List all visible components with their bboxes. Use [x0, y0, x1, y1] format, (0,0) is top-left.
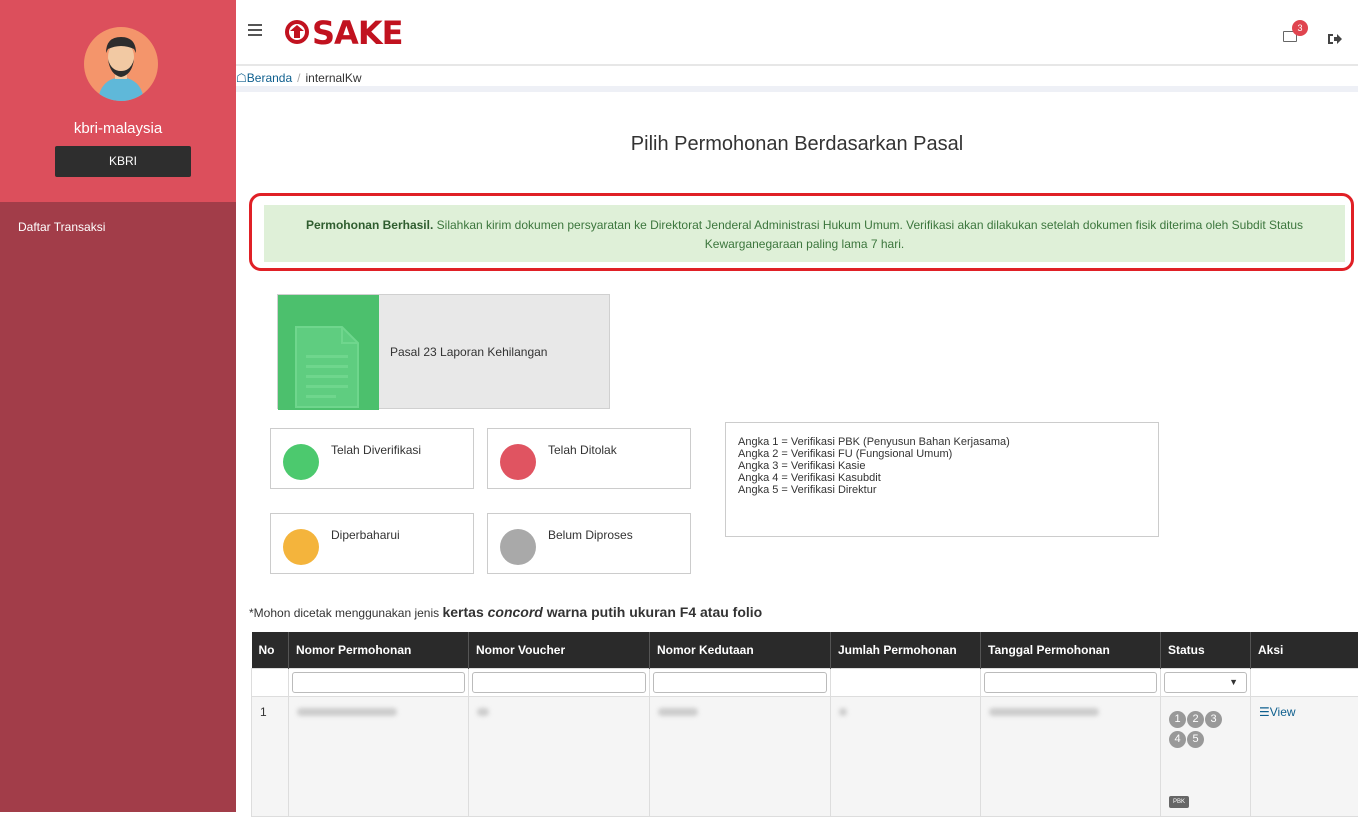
garuda-emblem-icon	[284, 19, 310, 45]
column-header[interactable]: Aksi	[1251, 632, 1358, 668]
user-avatar-icon	[84, 27, 158, 101]
cell-no: 1	[252, 696, 289, 816]
filter-row: ▼	[252, 668, 1358, 696]
pasal-card[interactable]: Pasal 23 Laporan Kehilangan	[277, 294, 610, 409]
filter-tanggal-input[interactable]	[984, 672, 1157, 693]
angka-line: Angka 1 = Verifikasi PBK (Penyusun Bahan…	[738, 436, 1146, 448]
role-badge: KBRI	[55, 146, 191, 177]
filter-nomor-kedutaan-input[interactable]	[653, 672, 827, 693]
top-navbar: SAKE 3	[236, 0, 1358, 66]
angka-line: Angka 4 = Verifikasi Kasubdit	[738, 472, 1146, 484]
status-dot-updated	[283, 529, 319, 565]
angka-line: Angka 3 = Verifikasi Kasie	[738, 460, 1146, 472]
filter-status-select[interactable]: ▼	[1164, 672, 1247, 693]
cell-jumlah	[831, 696, 981, 816]
pbk-badge: PBK	[1169, 796, 1189, 808]
sidebar-item-daftar-transaksi[interactable]: Daftar Transaksi	[18, 220, 105, 234]
side-menu: Daftar Transaksi	[18, 218, 105, 236]
pasal-card-label: Pasal 23 Laporan Kehilangan	[390, 345, 547, 359]
column-header[interactable]: Status	[1161, 632, 1251, 668]
legend-rejected: Telah Ditolak	[487, 428, 691, 489]
step-3-badge: 3	[1205, 711, 1222, 728]
print-note: *Mohon dicetak menggunakan jenis kertas …	[249, 604, 762, 620]
logo-text: SAKE	[312, 14, 402, 52]
cell-nomor-kedutaan	[650, 696, 831, 816]
avatar	[84, 27, 158, 101]
cell-aksi: ☰View	[1251, 696, 1358, 816]
legend-pending: Belum Diproses	[487, 513, 691, 574]
legend-verified: Telah Diverifikasi	[270, 428, 474, 489]
column-header[interactable]: Nomor Voucher	[469, 632, 650, 668]
logout-icon[interactable]	[1327, 32, 1343, 46]
page-title: Pilih Permohonan Berdasarkan Pasal	[236, 133, 1358, 156]
filter-nomor-voucher-input[interactable]	[472, 672, 646, 693]
status-dot-verified	[283, 444, 319, 480]
table-header-row: No Nomor Permohonan Nomor Voucher Nomor …	[252, 632, 1358, 668]
step-1-badge: 1	[1169, 711, 1186, 728]
column-header[interactable]: Nomor Kedutaan	[650, 632, 831, 668]
profile-panel: kbri-malaysia KBRI	[0, 0, 236, 202]
success-alert: Permohonan Berhasil. Silahkan kirim doku…	[264, 205, 1345, 262]
status-dot-pending	[500, 529, 536, 565]
legend-label: Telah Ditolak	[548, 443, 617, 457]
menu-toggle-icon[interactable]	[248, 24, 262, 36]
permohonan-table: No Nomor Permohonan Nomor Voucher Nomor …	[251, 632, 1358, 817]
legend-label: Telah Diverifikasi	[331, 443, 421, 457]
cell-tanggal	[981, 696, 1161, 816]
column-header[interactable]: Nomor Permohonan	[289, 632, 469, 668]
legend-label: Belum Diproses	[548, 528, 633, 542]
column-header[interactable]: Tanggal Permohonan	[981, 632, 1161, 668]
verification-steps-legend: Angka 1 = Verifikasi PBK (Penyusun Bahan…	[725, 422, 1159, 537]
angka-line: Angka 2 = Verifikasi FU (Fungsional Umum…	[738, 448, 1146, 460]
column-header[interactable]: Jumlah Permohonan	[831, 632, 981, 668]
breadcrumb: ☖Beranda/internalKw	[236, 68, 1358, 92]
sidebar: kbri-malaysia KBRI Daftar Transaksi	[0, 0, 236, 812]
step-4-badge: 4	[1169, 731, 1186, 748]
list-icon: ☰	[1259, 705, 1270, 719]
view-link[interactable]: ☰View	[1259, 705, 1296, 719]
cell-status: 123 45 PBK	[1161, 696, 1251, 816]
cell-nomor-permohonan	[289, 696, 469, 816]
username: kbri-malaysia	[0, 120, 236, 137]
step-2-badge: 2	[1187, 711, 1204, 728]
step-5-badge: 5	[1187, 731, 1204, 748]
legend-label: Diperbaharui	[331, 528, 400, 542]
legend-updated: Diperbaharui	[270, 513, 474, 574]
breadcrumb-home[interactable]: ☖Beranda	[236, 71, 292, 85]
breadcrumb-current: internalKw	[305, 71, 361, 85]
angka-line: Angka 5 = Verifikasi Direktur	[738, 484, 1146, 496]
notification-badge: 3	[1292, 20, 1308, 36]
table-row: 1 123 45 PBK ☰View	[252, 696, 1358, 816]
filter-nomor-permohonan-input[interactable]	[292, 672, 465, 693]
document-icon	[278, 295, 379, 410]
pasal-card-icon-panel	[278, 295, 379, 410]
status-dot-rejected	[500, 444, 536, 480]
column-header[interactable]: No	[252, 632, 289, 668]
cell-nomor-voucher	[469, 696, 650, 816]
